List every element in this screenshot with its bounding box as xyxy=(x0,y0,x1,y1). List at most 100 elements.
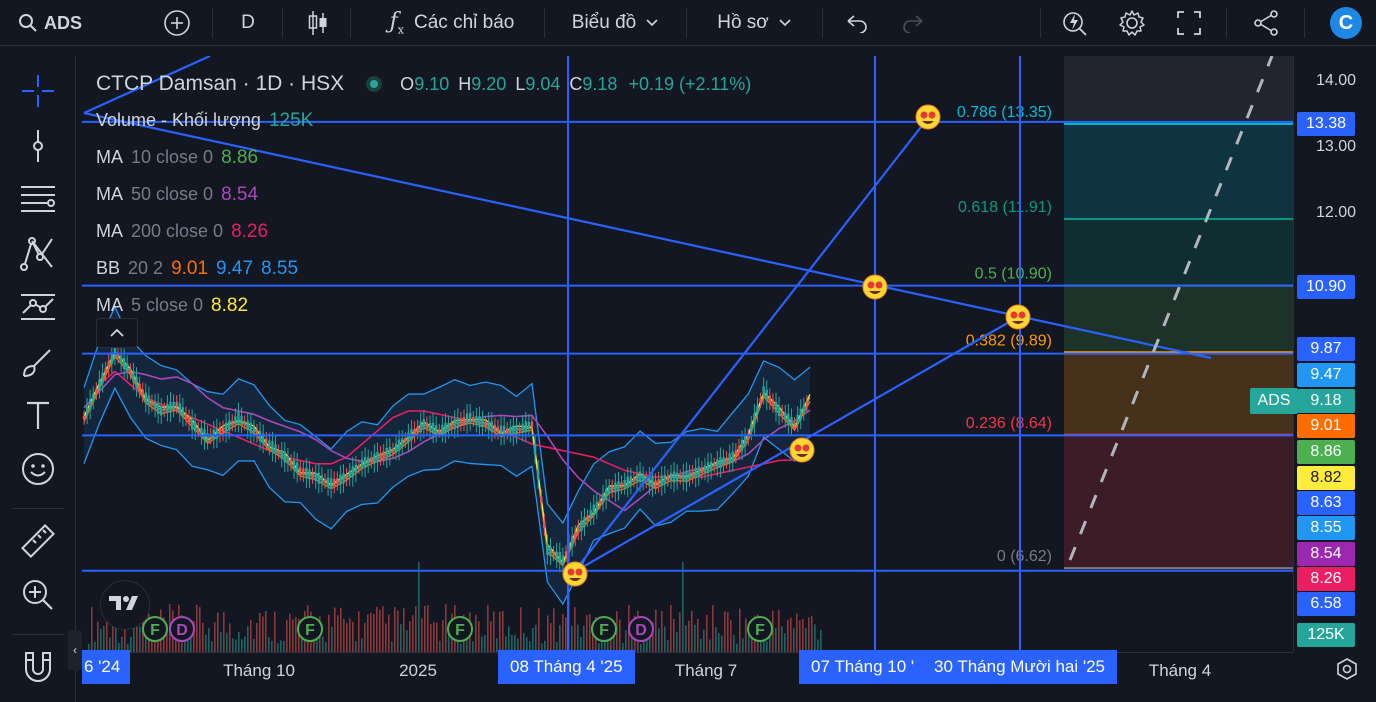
candle-body xyxy=(574,532,577,539)
candle-body xyxy=(787,413,790,425)
volume-bar xyxy=(508,626,510,652)
candle-body xyxy=(555,551,558,560)
volume-bar xyxy=(133,626,135,652)
candle-body xyxy=(295,462,299,474)
price-axis[interactable]: 14.00 13.00 12.00 13.38 10.90 9.87 9.47 9.18 9.0… xyxy=(1293,56,1376,652)
candlestick-icon xyxy=(306,9,330,37)
tradingview-logo[interactable] xyxy=(100,580,150,630)
candle-style-button[interactable] xyxy=(300,0,336,46)
volume-bar xyxy=(700,638,702,652)
volume-bar xyxy=(385,623,387,652)
low-value: 9.04 xyxy=(525,74,561,94)
volume-bar xyxy=(643,640,645,652)
candle-body xyxy=(126,363,129,372)
volume-bar xyxy=(781,626,783,652)
emoji-tool[interactable] xyxy=(12,448,64,494)
volume-bar xyxy=(583,625,585,652)
legend-ma50[interactable]: MA 50 close 0 8.54 xyxy=(96,176,751,213)
magnet-tool[interactable] xyxy=(12,646,64,692)
volume-bar xyxy=(208,627,210,652)
volume-bar xyxy=(358,611,360,652)
time-axis[interactable]: 6 '24 Tháng 10 2025 08 Tháng 4 '25 Tháng 7 07… xyxy=(82,650,1293,690)
candle-body xyxy=(626,476,629,488)
undo-button[interactable] xyxy=(840,0,874,46)
candle-body xyxy=(753,413,756,425)
fib-tool[interactable] xyxy=(12,178,64,224)
measure-tool[interactable] xyxy=(12,520,64,566)
volume-bar xyxy=(553,608,555,652)
indicators-button[interactable]: ƒx Các chỉ báo xyxy=(372,0,532,46)
legend-collapse-button[interactable] xyxy=(96,318,138,348)
candle-body xyxy=(135,376,138,388)
share-button[interactable] xyxy=(1246,0,1286,46)
fullscreen-button[interactable] xyxy=(1170,0,1208,46)
candle-body xyxy=(694,467,697,479)
redo-button[interactable] xyxy=(896,0,930,46)
candle-body xyxy=(450,423,453,428)
volume-bar xyxy=(676,631,678,652)
candle-body xyxy=(348,470,351,479)
forecast-icon xyxy=(19,289,57,330)
trend-line-tool[interactable] xyxy=(12,125,64,171)
forecast-tool[interactable] xyxy=(12,286,64,332)
emoji-marker xyxy=(915,104,941,130)
candle-body xyxy=(376,451,379,463)
candle-body xyxy=(197,427,200,432)
alert-button[interactable] xyxy=(1056,0,1094,46)
volume-bar xyxy=(115,625,117,652)
crosshair-tool[interactable] xyxy=(12,70,64,116)
volume-bar xyxy=(403,608,405,652)
legend-ma200[interactable]: MA 200 close 0 8.26 xyxy=(96,213,751,250)
volume-bar xyxy=(742,638,744,652)
profile-menu-button[interactable]: Hồ sơ xyxy=(704,0,804,46)
candle-body xyxy=(530,421,534,427)
symbol-search-button[interactable]: ADS xyxy=(10,0,90,46)
volume-bar xyxy=(214,622,216,652)
compare-add-button[interactable] xyxy=(158,0,196,46)
volume-bar xyxy=(103,625,105,652)
candle-body xyxy=(339,474,342,485)
volume-bar xyxy=(217,612,219,652)
chevron-down-icon xyxy=(779,19,791,27)
volume-bar xyxy=(388,614,390,652)
candle-body xyxy=(623,480,626,488)
volume-bar xyxy=(547,615,549,652)
candle-body xyxy=(502,425,506,436)
text-tool[interactable] xyxy=(12,394,64,440)
legend-volume[interactable]: Volume - Khối lượng 125K xyxy=(96,102,751,139)
candle-body xyxy=(274,444,277,454)
candle-body xyxy=(289,460,293,465)
volume-bar xyxy=(379,609,381,652)
legend-bb[interactable]: BB 20 2 9.01 9.47 8.55 xyxy=(96,250,751,287)
candle-body xyxy=(506,428,509,434)
volume-bar xyxy=(706,614,708,652)
candle-body xyxy=(493,424,497,432)
candle-body xyxy=(441,424,444,434)
volume-bar xyxy=(574,607,576,652)
axis-settings-button[interactable] xyxy=(1318,652,1376,690)
candle-body xyxy=(805,401,809,407)
chart-menu-button[interactable]: Biểu đồ xyxy=(560,0,670,46)
candle-body xyxy=(496,426,500,433)
settings-button[interactable] xyxy=(1112,0,1152,46)
time-label-highlight: 07 Tháng 10 ' xyxy=(799,650,929,684)
pattern-tool[interactable] xyxy=(12,232,64,278)
profile-avatar-button[interactable]: C xyxy=(1328,0,1364,46)
toolbar-collapse-button[interactable]: ‹ xyxy=(68,630,82,670)
candle-body xyxy=(462,416,466,424)
volume-bar xyxy=(106,618,108,652)
fib-zone xyxy=(1064,218,1293,286)
candle-body xyxy=(351,466,354,478)
ma50-value: 8.54 xyxy=(221,184,259,205)
candle-body xyxy=(682,472,685,482)
candle-body xyxy=(147,395,151,406)
legend-ma5[interactable]: MA 5 close 0 8.82 xyxy=(96,287,751,324)
brush-tool[interactable] xyxy=(12,342,64,388)
volume-bar xyxy=(664,626,666,652)
legend-ma10[interactable]: MA 10 close 0 8.86 xyxy=(96,139,751,176)
zoom-tool[interactable] xyxy=(12,574,64,620)
interval-button[interactable]: D xyxy=(228,0,268,46)
volume-bar xyxy=(334,607,336,652)
price-label: 8.82 xyxy=(1297,466,1355,490)
volume-bar xyxy=(790,617,792,652)
